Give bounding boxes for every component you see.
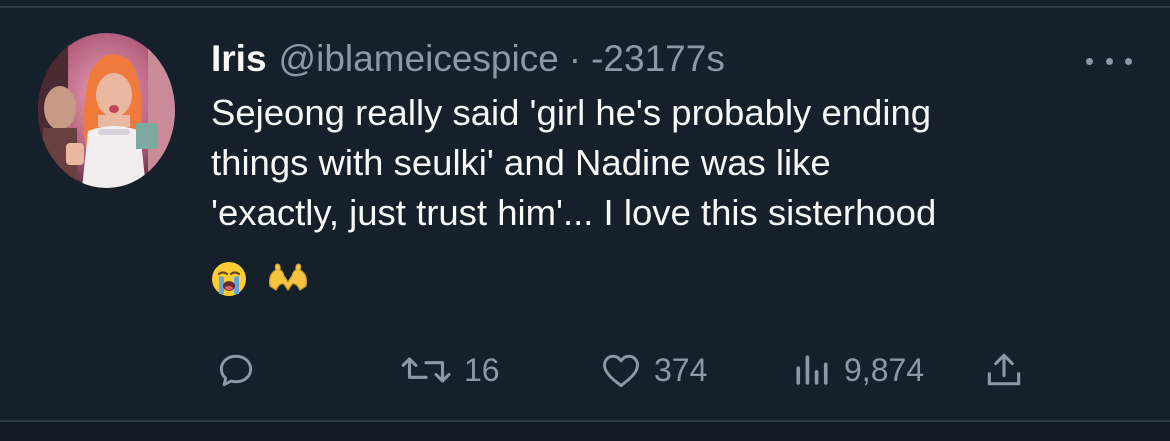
reply-icon — [219, 354, 253, 387]
reply-button[interactable] — [214, 340, 268, 400]
like-count: 374 — [654, 351, 708, 388]
top-divider — [0, 6, 1170, 8]
tweet-card: Iris @iblameicespice · -23177s Sejeong r… — [0, 0, 1170, 441]
tweet-actions: 16 374 9,874 — [0, 340, 1170, 400]
more-dot — [1105, 57, 1113, 65]
share-button[interactable] — [982, 340, 1036, 400]
tweet-text-line: things with seulki' and Nadine was like — [211, 142, 831, 183]
views-icon — [796, 355, 828, 385]
more-dot — [1086, 57, 1093, 65]
emoji-row — [210, 259, 310, 299]
more-options-icon[interactable] — [1086, 48, 1132, 74]
tweet-text: Sejeong really said 'girl he's probably … — [211, 88, 1151, 238]
avatar-image — [38, 33, 175, 188]
avatar[interactable] — [38, 33, 175, 188]
retweet-button[interactable]: 16 — [398, 340, 500, 400]
heart-hands-emoji — [269, 263, 307, 292]
display-name[interactable]: Iris — [211, 38, 267, 80]
timestamp[interactable]: -23177s — [591, 38, 725, 80]
user-handle[interactable]: @iblameicespice — [279, 38, 559, 80]
tweet-text-line: Sejeong really said 'girl he's probably … — [211, 92, 932, 133]
next-item-strip — [0, 422, 1170, 441]
share-icon — [987, 353, 1021, 386]
retweet-icon — [401, 357, 451, 383]
retweet-count: 16 — [464, 351, 500, 388]
like-button[interactable]: 374 — [598, 340, 707, 400]
separator-dot: · — [568, 38, 582, 79]
views-button[interactable]: 9,874 — [790, 340, 924, 400]
views-count: 9,874 — [844, 351, 925, 388]
more-dot — [1125, 57, 1132, 65]
tweet-text-line: 'exactly, just trust him'... I love this… — [211, 192, 937, 233]
heart-icon — [603, 354, 639, 388]
loudly-crying-face-emoji — [212, 262, 246, 296]
tweet-header: Iris @iblameicespice · -23177s — [211, 38, 725, 84]
